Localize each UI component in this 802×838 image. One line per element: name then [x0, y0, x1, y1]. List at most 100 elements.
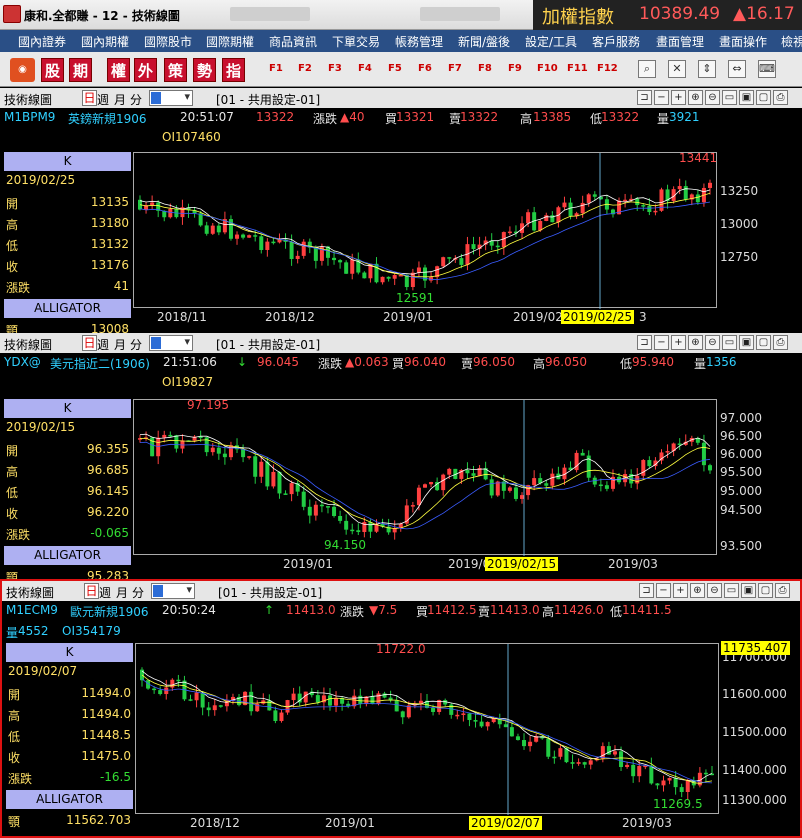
pin-icon[interactable]: ⊐ — [637, 335, 652, 350]
window-icon[interactable]: ▢ — [756, 335, 771, 350]
menu-item[interactable]: 畫面管理 — [656, 33, 704, 50]
quick-key-foreign[interactable]: 外 — [134, 58, 157, 82]
quick-key-stock[interactable]: 股 — [41, 58, 64, 82]
save-icon[interactable]: ▣ — [739, 90, 754, 105]
menu-item[interactable]: 國際股市 — [144, 33, 192, 50]
chat-icon[interactable]: ▭ — [724, 583, 739, 598]
quick-key-options[interactable]: 權 — [107, 58, 130, 82]
quick-key-strategy[interactable]: 策 — [164, 58, 187, 82]
fkey-button[interactable]: F1 — [269, 63, 283, 74]
tab-placeholder[interactable] — [230, 7, 310, 21]
candle-body — [370, 696, 375, 705]
color-select[interactable] — [149, 90, 193, 106]
fkey-button[interactable]: F12 — [597, 63, 618, 74]
quote-high-label: 高 — [533, 357, 546, 371]
zoom-out-icon[interactable]: ⊖ — [705, 90, 720, 105]
minus-icon[interactable]: − — [656, 583, 671, 598]
period-minute-button[interactable]: 分 — [132, 584, 144, 601]
period-week-button[interactable]: 週 — [97, 336, 109, 353]
candle-body — [392, 275, 397, 279]
period-week-button[interactable]: 週 — [97, 91, 109, 108]
tab-placeholder[interactable] — [420, 7, 500, 21]
fkey-button[interactable]: F3 — [328, 63, 342, 74]
zoom-out-icon[interactable]: ⊖ — [705, 335, 720, 350]
color-select[interactable] — [149, 335, 193, 351]
menu-item[interactable]: 檢視 — [781, 33, 802, 50]
plus-icon[interactable]: + — [671, 90, 686, 105]
candle-body — [259, 236, 264, 250]
print-icon[interactable]: ⎙ — [773, 90, 788, 105]
menu-item[interactable]: 新聞/盤後 — [458, 33, 510, 50]
minus-icon[interactable]: − — [654, 335, 669, 350]
candle-body — [552, 756, 557, 759]
zoom-in-icon[interactable]: ⊕ — [688, 90, 703, 105]
window-icon[interactable]: ▢ — [756, 90, 771, 105]
menu-item[interactable]: 畫面操作 — [719, 33, 767, 50]
fkey-button[interactable]: F10 — [537, 63, 558, 74]
period-month-button[interactable]: 月 — [114, 336, 126, 353]
fkey-button[interactable]: F4 — [358, 63, 372, 74]
menu-item[interactable]: 設定/工具 — [525, 33, 577, 50]
fkey-button[interactable]: F7 — [448, 63, 462, 74]
search-icon[interactable]: ⌕ — [638, 60, 656, 78]
fkey-button[interactable]: F11 — [567, 63, 588, 74]
candle-body — [291, 693, 296, 701]
candlestick-svg — [138, 400, 712, 556]
config-label[interactable]: [01 - 共用設定-01] — [216, 336, 320, 353]
period-month-button[interactable]: 月 — [114, 91, 126, 108]
plus-icon[interactable]: + — [673, 583, 688, 598]
config-label[interactable]: [01 - 共用設定-01] — [216, 91, 320, 108]
zoom-out-icon[interactable]: ⊖ — [707, 583, 722, 598]
config-label[interactable]: [01 - 共用設定-01] — [218, 584, 322, 601]
chat-icon[interactable]: ▭ — [722, 335, 737, 350]
menu-item[interactable]: 下單交易 — [332, 33, 380, 50]
menu-item[interactable]: 國內證券 — [18, 33, 66, 50]
broker-logo-icon[interactable]: ◉ — [10, 58, 35, 82]
fkey-button[interactable]: F5 — [388, 63, 402, 74]
pin-icon[interactable]: ⊐ — [637, 90, 652, 105]
menu-item[interactable]: 國際期權 — [206, 33, 254, 50]
period-week-button[interactable]: 週 — [99, 584, 111, 601]
fkey-button[interactable]: F9 — [508, 63, 522, 74]
print-icon[interactable]: ⎙ — [773, 335, 788, 350]
menu-item[interactable]: 客戶服務 — [592, 33, 640, 50]
candlestick-chart[interactable]: 13441 12591 — [133, 151, 717, 309]
period-month-button[interactable]: 月 — [116, 584, 128, 601]
plus-icon[interactable]: + — [671, 335, 686, 350]
period-day-button[interactable]: 日 — [84, 583, 99, 599]
close-window-icon[interactable]: ✕ — [668, 60, 686, 78]
period-day-button[interactable]: 日 — [82, 90, 97, 106]
tile-horizontal-icon[interactable]: ⇔ — [728, 60, 746, 78]
fkey-button[interactable]: F8 — [478, 63, 492, 74]
menu-item[interactable]: 國內期權 — [81, 33, 129, 50]
candlestick-chart[interactable]: 97.195 94.150 — [133, 398, 717, 556]
color-select[interactable] — [151, 583, 195, 599]
candle-body — [210, 447, 215, 453]
quick-key-trend[interactable]: 勢 — [193, 58, 216, 82]
save-icon[interactable]: ▣ — [739, 335, 754, 350]
period-minute-button[interactable]: 分 — [130, 91, 142, 108]
quote-line: YDX@ 美元指近二(1906) 21:51:06 ↓ 96.045 漲跌 ▲0.063 買 9… — [0, 353, 802, 391]
quick-key-index[interactable]: 指 — [222, 58, 245, 82]
fkey-button[interactable]: F6 — [418, 63, 432, 74]
zoom-in-icon[interactable]: ⊕ — [688, 335, 703, 350]
pin-icon[interactable]: ⊐ — [639, 583, 654, 598]
candle-body — [495, 245, 500, 248]
window-icon[interactable]: ▢ — [758, 583, 773, 598]
zoom-in-icon[interactable]: ⊕ — [690, 583, 705, 598]
quick-key-futures[interactable]: 期 — [69, 58, 92, 82]
tile-vertical-icon[interactable]: ⇕ — [698, 60, 716, 78]
quote-line: M1ECM9 歐元新規1906 20:50:24 ↑ 11413.0 漲跌 ▼7.5 買 114… — [2, 601, 800, 640]
menu-item[interactable]: 帳務管理 — [395, 33, 443, 50]
save-icon[interactable]: ▣ — [741, 583, 756, 598]
period-day-button[interactable]: 日 — [82, 335, 97, 351]
keyboard-icon[interactable]: ⌨ — [758, 60, 776, 78]
candlestick-chart[interactable]: 11722.0 11269.5 — [135, 642, 719, 815]
fkey-button[interactable]: F2 — [298, 63, 312, 74]
chat-icon[interactable]: ▭ — [722, 90, 737, 105]
minus-icon[interactable]: − — [654, 90, 669, 105]
menu-item[interactable]: 商品資訊 — [269, 33, 317, 50]
period-minute-button[interactable]: 分 — [130, 336, 142, 353]
print-icon[interactable]: ⎙ — [775, 583, 790, 598]
candle-body — [556, 207, 561, 223]
